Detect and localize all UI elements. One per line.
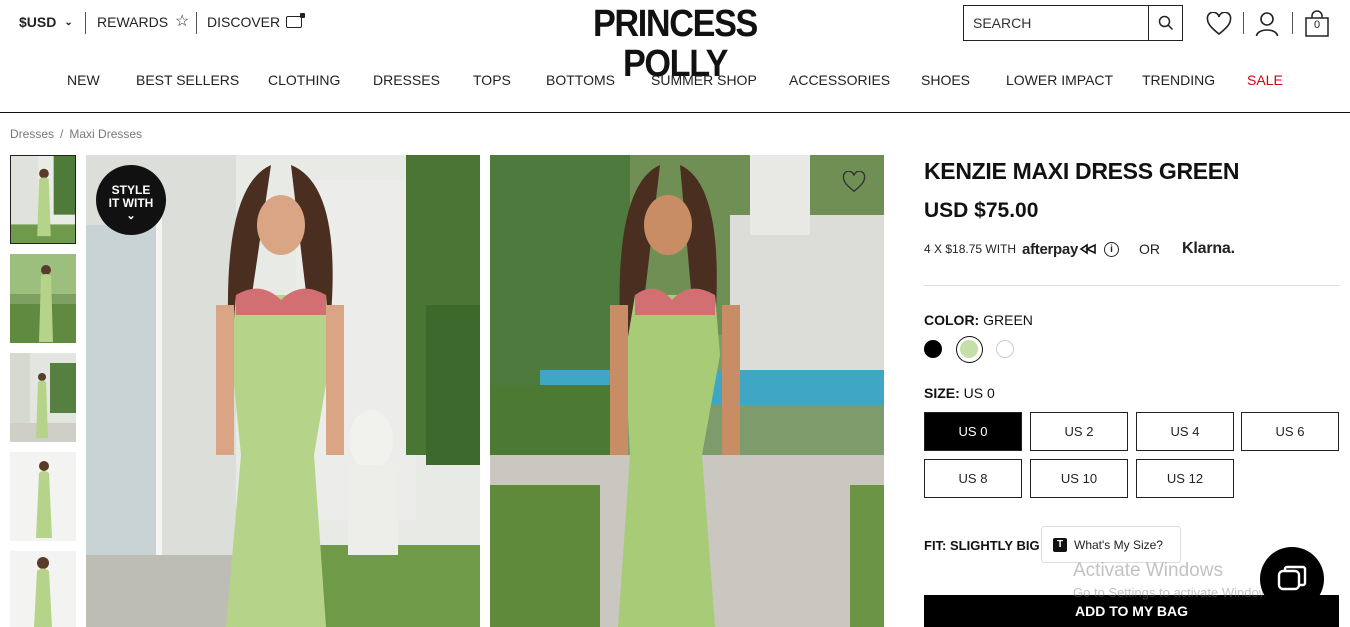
rewards-link[interactable]: REWARDS ☆ [97,13,190,31]
discover-label: DISCOVER [207,14,281,30]
size-option-us6[interactable]: US 6 [1241,412,1339,451]
size-option-us4[interactable]: US 4 [1136,412,1234,451]
size-option-us8[interactable]: US 8 [924,459,1022,498]
size-option-us0[interactable]: US 0 [924,412,1022,451]
nav-item-summer-shop[interactable]: SUMMER SHOP [651,72,757,88]
style-it-with-button[interactable]: STYLE IT WITH ⌄ [96,165,166,235]
product-title: KENZIE MAXI DRESS GREEN [924,158,1240,184]
or-text: OR [1139,241,1161,257]
chat-icon [1277,565,1307,591]
video-icon [286,13,306,28]
nav-item-best-sellers[interactable]: BEST SELLERS [136,72,239,88]
installments-text: 4 X $18.75 WITH [924,242,1017,256]
user-icon [1255,12,1279,37]
size-label: SIZE: US 0 [924,385,995,401]
size-option-us12[interactable]: US 12 [1136,459,1234,498]
account-button[interactable] [1253,10,1281,38]
nav-item-tops[interactable]: TOPS [473,72,511,88]
thumbnail-image [11,156,75,243]
afterpay-logo: afterpay [1022,240,1079,258]
color-swatch-green[interactable] [956,336,983,363]
info-icon[interactable]: i [1104,241,1120,257]
nav-item-sale[interactable]: SALE [1247,72,1283,88]
product-price: USD $75.00 [924,199,1039,222]
divider [85,12,86,34]
nav-item-lower-impact[interactable]: LOWER IMPACT [1006,72,1113,88]
currency-label: $USD [19,14,57,30]
nav-item-shoes[interactable]: SHOES [921,72,970,88]
whats-my-size-button[interactable]: T What's My Size? [1041,526,1181,563]
thumbnail-4[interactable] [10,452,76,541]
color-label-key: COLOR: [924,312,980,328]
nav-divider [0,112,1350,113]
size-option-us10[interactable]: US 10 [1030,459,1128,498]
main-nav: NEW BEST SELLERS CLOTHING DRESSES TOPS B… [0,66,1350,94]
nav-item-dresses[interactable]: DRESSES [373,72,440,88]
thumbnail-2[interactable] [10,254,76,343]
payment-options: 4 X $18.75 WITH afterpay i OR Klarna. [924,240,1235,258]
nav-item-bottoms[interactable]: BOTTOMS [546,72,615,88]
style-badge-line1: STYLE [111,183,151,197]
add-to-wishlist-button[interactable] [842,170,866,193]
klarna-logo: Klarna. [1182,240,1235,257]
breadcrumb-separator: / [60,127,64,141]
color-swatch-white[interactable] [996,340,1014,358]
breadcrumb-dresses[interactable]: Dresses [10,127,54,141]
true-fit-icon: T [1053,537,1067,552]
size-label-value: US 0 [963,385,995,401]
currency-selector[interactable]: $USD ⌄ [19,14,73,30]
chevron-down-icon: ⌄ [64,16,73,28]
style-badge-line2: IT WITH [108,196,154,210]
search-input[interactable] [964,6,1148,40]
product-photo [490,155,884,627]
bag-count: 0 [1313,19,1321,31]
product-image-2[interactable] [490,155,884,627]
thumbnail-1[interactable] [10,155,76,244]
fit-label-value: SLIGHTLY BIG [950,538,1040,553]
heart-icon [842,170,866,193]
thumbnail-5[interactable] [10,551,76,627]
fit-label-key: FIT: [924,538,947,553]
wishlist-button[interactable] [1205,10,1233,38]
activate-windows-subtitle: Go to Settings to activate Windows. [1073,585,1279,600]
size-option-us2[interactable]: US 2 [1030,412,1128,451]
nav-item-clothing[interactable]: CLOTHING [268,72,340,88]
heart-icon [1206,12,1232,36]
rewards-label: REWARDS [97,14,169,30]
nav-item-accessories[interactable]: ACCESSORIES [789,72,890,88]
color-label: COLOR: GREEN [924,312,1033,328]
breadcrumb: Dresses / Maxi Dresses [10,127,142,141]
thumbnail-image [10,452,76,541]
bag-button[interactable]: 0 [1303,10,1331,38]
color-label-value: GREEN [983,312,1033,328]
breadcrumb-maxi-dresses[interactable]: Maxi Dresses [69,127,142,141]
search-button[interactable] [1148,6,1182,40]
thumbnail-3[interactable] [10,353,76,442]
search-box [963,5,1183,41]
activate-windows-title: Activate Windows [1073,560,1223,581]
divider [196,12,197,34]
thumbnail-image [10,353,76,442]
divider [924,285,1339,286]
thumbnail-image [10,254,76,343]
fit-label: FIT: SLIGHTLY BIG [924,538,1040,553]
star-icon: ☆ [175,13,190,30]
afterpay-icon [1079,243,1096,255]
nav-item-trending[interactable]: TRENDING [1142,72,1215,88]
discover-link[interactable]: DISCOVER [207,13,306,30]
whats-my-size-label: What's My Size? [1074,537,1163,552]
color-swatch-black[interactable] [924,340,942,358]
divider [1243,12,1244,34]
divider [1292,12,1293,34]
size-label-key: SIZE: [924,385,960,401]
nav-item-new[interactable]: NEW [67,72,100,88]
top-bar: $USD ⌄ REWARDS ☆ DISCOVER PRINCESS POLLY… [0,0,1350,84]
chevron-down-icon: ⌄ [126,210,136,222]
chat-button[interactable] [1260,547,1324,611]
search-icon [1158,15,1173,31]
thumbnail-image [10,551,76,627]
